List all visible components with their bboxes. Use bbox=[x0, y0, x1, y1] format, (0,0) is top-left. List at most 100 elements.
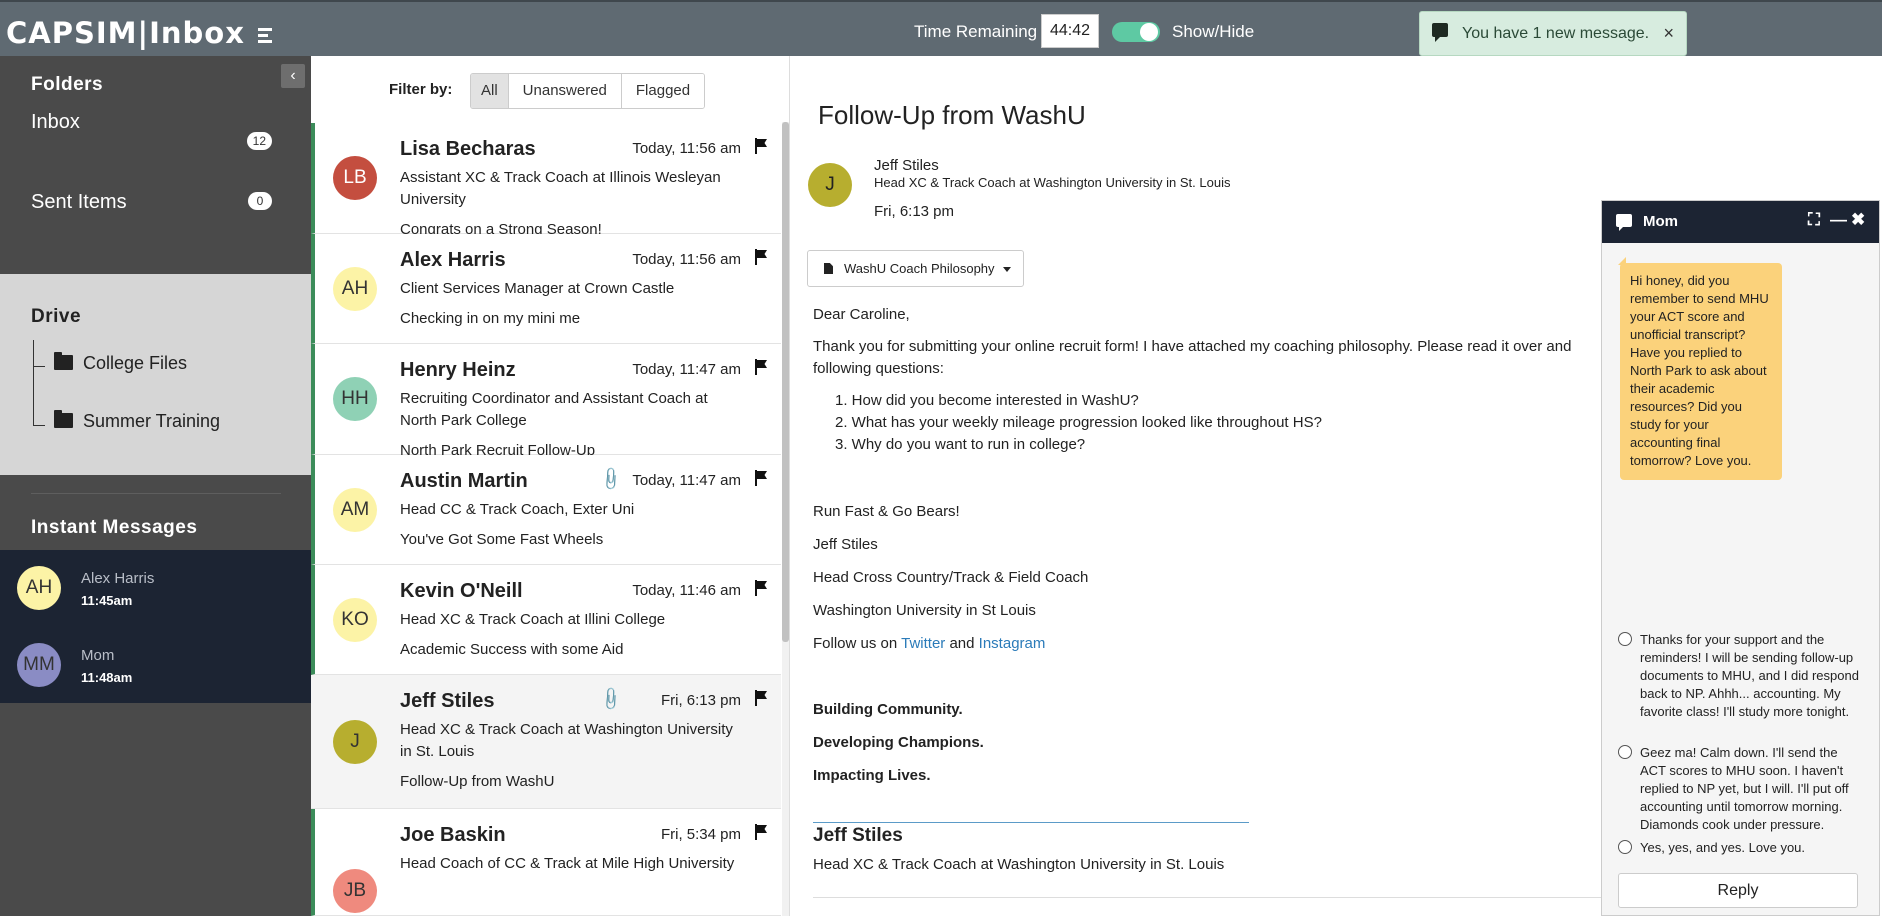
message-sender-title: Head CC & Track Coach, Exter Uni bbox=[400, 501, 635, 518]
message-sender-title: Head XC & Track Coach at Washington Univ… bbox=[400, 721, 733, 760]
minimize-icon[interactable]: — bbox=[1830, 210, 1847, 230]
close-icon[interactable]: ✖ bbox=[1851, 210, 1865, 230]
email-greeting: Dear Caroline, bbox=[813, 306, 910, 323]
expand-icon[interactable]: ⛶ bbox=[1808, 210, 1820, 230]
avatar: KO bbox=[333, 598, 377, 642]
im-contact-mom[interactable]: MM Mom 11:48am bbox=[0, 627, 311, 704]
email-signoff: Run Fast & Go Bears! bbox=[813, 503, 960, 520]
paperclip-icon: 📎 bbox=[597, 466, 624, 493]
message-item-selected[interactable]: J Jeff Stiles 📎 Fri, 6:13 pm Head XC & T… bbox=[311, 675, 781, 809]
message-sender: Joe Baskin bbox=[400, 824, 506, 846]
notification-close-icon[interactable]: × bbox=[1663, 23, 1674, 44]
message-preview: Follow-Up from WashU bbox=[400, 773, 555, 790]
filter-label: Filter by: bbox=[389, 81, 453, 98]
email-subject: Follow-Up from WashU bbox=[818, 100, 1086, 130]
avatar: AH bbox=[333, 267, 377, 311]
collapse-sidebar-button[interactable]: ‹ bbox=[281, 64, 305, 88]
file-icon bbox=[824, 263, 833, 274]
sender-title: Head XC & Track Coach at Washington Univ… bbox=[874, 175, 1231, 190]
message-item[interactable]: JB Joe Baskin Fri, 5:34 pm Head Coach of… bbox=[311, 809, 781, 916]
flag-icon[interactable] bbox=[755, 824, 767, 840]
question-item: 1. How did you become interested in Wash… bbox=[835, 392, 1139, 409]
email-date: Fri, 6:13 pm bbox=[874, 203, 955, 220]
message-sender-title: Head XC & Track Coach at Illini College bbox=[400, 611, 666, 628]
drive-title: Drive bbox=[31, 306, 82, 327]
radio-button[interactable] bbox=[1618, 632, 1632, 646]
message-item[interactable]: AM Austin Martin 📎 Today, 11:47 am Head … bbox=[311, 455, 781, 565]
chat-header: Mom ⛶ — ✖ bbox=[1602, 201, 1879, 243]
message-preview: Academic Success with some Aid bbox=[400, 641, 624, 658]
paperclip-icon: 📎 bbox=[597, 686, 624, 713]
drive-item-college-files[interactable]: College Files bbox=[54, 352, 187, 374]
flag-icon[interactable] bbox=[755, 470, 767, 486]
email-intro: Thank you for submitting your online rec… bbox=[813, 338, 1572, 355]
avatar: AM bbox=[333, 488, 377, 532]
divider bbox=[31, 493, 281, 494]
scrollbar-thumb[interactable] bbox=[782, 122, 789, 642]
flag-icon[interactable] bbox=[755, 359, 767, 375]
message-item[interactable]: AH Alex Harris Today, 11:56 am Client Se… bbox=[311, 234, 781, 344]
filter-flagged-button[interactable]: Flagged bbox=[621, 74, 705, 108]
message-sender: Kevin O'Neill bbox=[400, 580, 523, 602]
signature-name: Jeff Stiles bbox=[813, 536, 878, 553]
reply-button[interactable]: Reply bbox=[1618, 873, 1858, 908]
motto-line: Developing Champions. bbox=[813, 734, 984, 751]
tree-line bbox=[33, 340, 34, 426]
question-item: 2. What has your weekly mileage progress… bbox=[835, 414, 1322, 431]
message-item[interactable]: HH Henry Heinz Today, 11:47 am Recruitin… bbox=[311, 344, 781, 459]
sender-avatar: J bbox=[808, 163, 852, 207]
logo-lines-icon bbox=[258, 25, 273, 46]
message-time: Today, 11:56 am bbox=[632, 140, 741, 157]
folder-icon bbox=[54, 352, 73, 370]
flag-icon[interactable] bbox=[755, 249, 767, 265]
email-intro-continued: following questions: bbox=[813, 360, 944, 377]
folder-inbox[interactable]: Inbox bbox=[31, 111, 80, 134]
flag-icon[interactable] bbox=[755, 138, 767, 154]
signature-block-name: Jeff Stiles bbox=[813, 825, 903, 846]
message-item[interactable]: KO Kevin O'Neill Today, 11:46 am Head XC… bbox=[311, 565, 781, 675]
drive-section: Drive College Files Summer Training bbox=[0, 274, 311, 475]
message-list-scrollbar[interactable] bbox=[782, 122, 789, 916]
message-item[interactable]: LB Lisa Becharas Today, 11:56 am Assista… bbox=[311, 123, 781, 238]
radio-button[interactable] bbox=[1618, 840, 1632, 854]
message-sender: Jeff Stiles bbox=[400, 690, 495, 712]
im-contact-name: Mom bbox=[81, 647, 115, 664]
reply-option[interactable]: Thanks for your support and the reminder… bbox=[1618, 631, 1866, 721]
notification-text: You have 1 new message. bbox=[1462, 25, 1650, 42]
attachment-dropdown[interactable]: WashU Coach Philosophy bbox=[807, 250, 1024, 287]
message-list: Filter by: All Unanswered Flagged LB Lis… bbox=[311, 56, 790, 916]
folder-icon bbox=[54, 410, 73, 428]
follow-us-line: Follow us on Twitter and Instagram bbox=[813, 635, 1046, 652]
new-message-notification[interactable]: You have 1 new message. × bbox=[1419, 11, 1687, 56]
show-hide-toggle[interactable] bbox=[1112, 22, 1160, 42]
show-hide-label: Show/Hide bbox=[1172, 22, 1255, 41]
filter-unanswered-button[interactable]: Unanswered bbox=[508, 74, 622, 108]
reply-option[interactable]: Yes, yes, and yes. Love you. bbox=[1618, 839, 1866, 857]
signature-divider bbox=[813, 822, 1249, 823]
folders-title: Folders bbox=[31, 74, 104, 95]
instagram-link[interactable]: Instagram bbox=[979, 635, 1046, 652]
avatar: J bbox=[333, 720, 377, 764]
avatar: HH bbox=[333, 377, 377, 421]
message-time: Today, 11:56 am bbox=[632, 251, 741, 268]
radio-button[interactable] bbox=[1618, 745, 1632, 759]
im-contact-time: 11:48am bbox=[81, 670, 133, 685]
im-contact-alex-harris[interactable]: AH Alex Harris 11:45am bbox=[0, 550, 311, 627]
timer-display: 44:42 bbox=[1041, 14, 1099, 48]
filter-all-button[interactable]: All bbox=[471, 74, 509, 108]
twitter-link[interactable]: Twitter bbox=[901, 635, 945, 652]
reply-option[interactable]: Geez ma! Calm down. I'll send the ACT sc… bbox=[1618, 744, 1866, 834]
drive-item-summer-training[interactable]: Summer Training bbox=[54, 410, 220, 432]
folders-section: ‹ Folders Inbox 12 Sent Items 0 bbox=[0, 56, 311, 274]
folder-sent-items[interactable]: Sent Items bbox=[31, 191, 127, 214]
message-preview: Checking in on my mini me bbox=[400, 310, 581, 327]
flag-icon[interactable] bbox=[755, 580, 767, 596]
im-contact-list: AH Alex Harris 11:45am MM Mom 11:48am bbox=[0, 550, 311, 703]
message-sender: Lisa Becharas bbox=[400, 138, 536, 160]
chat-bubble-icon bbox=[1616, 214, 1632, 231]
question-item: 3. Why do you want to run in college? bbox=[835, 436, 1086, 453]
flag-icon[interactable] bbox=[755, 690, 767, 706]
motto-line: Impacting Lives. bbox=[813, 767, 931, 784]
message-sender-title: Head Coach of CC & Track at Mile High Un… bbox=[400, 855, 735, 872]
signature-block-title: Head XC & Track Coach at Washington Univ… bbox=[813, 856, 1225, 873]
